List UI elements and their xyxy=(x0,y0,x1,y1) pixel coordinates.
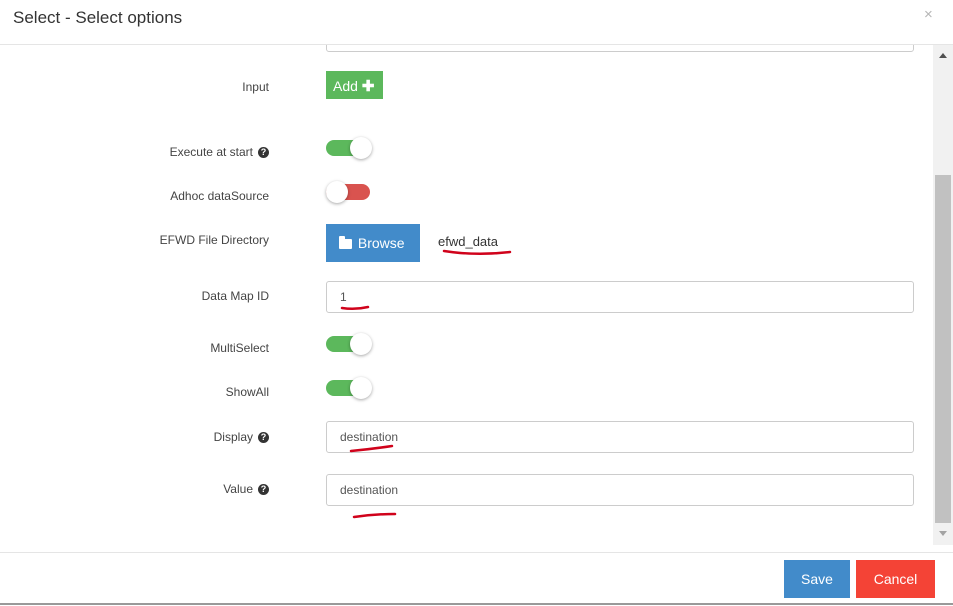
underline-data-map-id xyxy=(340,305,370,311)
dialog-header: Select - Select options × xyxy=(0,0,953,45)
underline-efwd-data xyxy=(442,249,512,256)
underline-display xyxy=(349,444,394,453)
dialog-title: Select - Select options xyxy=(13,8,183,27)
dialog-body: Input Add ✚ Execute at start? Adhoc data… xyxy=(0,45,933,552)
scroll-up-arrow-icon[interactable] xyxy=(939,53,947,58)
save-button[interactable]: Save xyxy=(784,560,850,598)
red-underline-annotations xyxy=(340,249,512,519)
scroll-down-arrow-icon[interactable] xyxy=(939,531,947,536)
vertical-scrollbar[interactable] xyxy=(933,45,953,545)
dialog-footer: Save Cancel xyxy=(0,552,953,606)
scroll-thumb[interactable] xyxy=(935,175,951,523)
cancel-button[interactable]: Cancel xyxy=(856,560,935,598)
underline-value xyxy=(352,512,397,519)
close-icon[interactable]: × xyxy=(924,6,933,23)
